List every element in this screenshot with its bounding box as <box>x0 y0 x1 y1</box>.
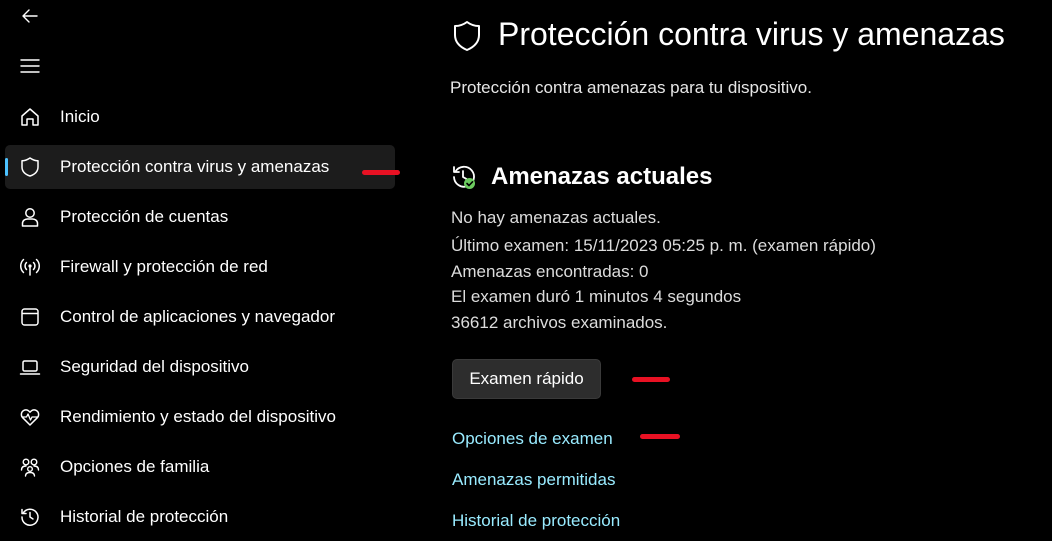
navigation-sidebar: Inicio Protección contra virus y amenaza… <box>0 0 420 541</box>
nav-item-label: Opciones de familia <box>60 457 210 476</box>
nav-item-family-options[interactable]: Opciones de familia <box>5 445 395 489</box>
nav-item-device-performance[interactable]: Rendimiento y estado del dispositivo <box>5 395 395 439</box>
nav-item-inicio[interactable]: Inicio <box>5 95 395 139</box>
scan-history-check-icon <box>453 165 475 189</box>
back-button[interactable] <box>14 0 46 32</box>
status-text: No hay amenazas actuales. <box>451 208 661 227</box>
nav-item-account-protection[interactable]: Protección de cuentas <box>5 195 395 239</box>
files-scanned-text: 36612 archivos examinados. <box>451 313 668 332</box>
heart-pulse-icon <box>20 409 40 426</box>
annotation-mark <box>640 434 680 439</box>
threats-found-text: Amenazas encontradas: 0 <box>451 262 649 281</box>
browser-window-icon <box>21 308 39 326</box>
shield-icon <box>454 21 480 51</box>
nav-item-label: Protección de cuentas <box>60 207 229 226</box>
protection-history-link[interactable]: Historial de protección <box>452 511 620 531</box>
nav-item-label: Protección contra virus y amenazas <box>60 157 330 176</box>
section-title: Amenazas actuales <box>491 163 713 190</box>
nav-item-firewall[interactable]: Firewall y protección de red <box>5 245 395 289</box>
nav-item-label: Firewall y protección de red <box>60 257 268 276</box>
wifi-icon <box>19 258 41 276</box>
person-icon <box>21 208 39 227</box>
main-content: Protección contra virus y amenazas Prote… <box>420 0 1052 541</box>
last-scan-text: Último examen: 15/11/2023 05:25 p. m. (e… <box>451 236 876 255</box>
nav-item-virus-protection[interactable]: Protección contra virus y amenazas <box>5 145 395 189</box>
allowed-threats-link[interactable]: Amenazas permitidas <box>452 470 615 490</box>
home-icon <box>21 108 39 126</box>
shield-icon <box>21 157 39 177</box>
nav-item-label: Seguridad del dispositivo <box>60 357 250 376</box>
annotation-mark <box>362 170 400 175</box>
hamburger-menu-icon <box>20 59 40 73</box>
nav-item-label: Inicio <box>60 107 100 126</box>
history-icon <box>21 508 39 526</box>
nav-item-label: Control de aplicaciones y navegador <box>60 307 336 326</box>
annotation-mark <box>632 377 670 382</box>
nav-item-app-browser-control[interactable]: Control de aplicaciones y navegador <box>5 295 395 339</box>
scan-options-link[interactable]: Opciones de examen <box>452 429 613 449</box>
family-icon <box>20 458 40 477</box>
nav-item-label: Historial de protección <box>60 507 229 526</box>
scan-duration-text: El examen duró 1 minutos 4 segundos <box>451 287 742 306</box>
quick-scan-button[interactable]: Examen rápido <box>452 359 601 399</box>
nav-item-label: Rendimiento y estado del dispositivo <box>60 407 336 426</box>
nav-item-device-security[interactable]: Seguridad del dispositivo <box>5 345 395 389</box>
page-title: Protección contra virus y amenazas <box>498 16 1005 52</box>
laptop-icon <box>19 360 41 375</box>
selection-indicator <box>5 158 8 176</box>
menu-button[interactable] <box>14 50 46 82</box>
back-arrow-icon <box>22 9 38 23</box>
page-subtitle: Protección contra amenazas para tu dispo… <box>450 78 812 97</box>
nav-item-protection-history[interactable]: Historial de protección <box>5 495 395 539</box>
